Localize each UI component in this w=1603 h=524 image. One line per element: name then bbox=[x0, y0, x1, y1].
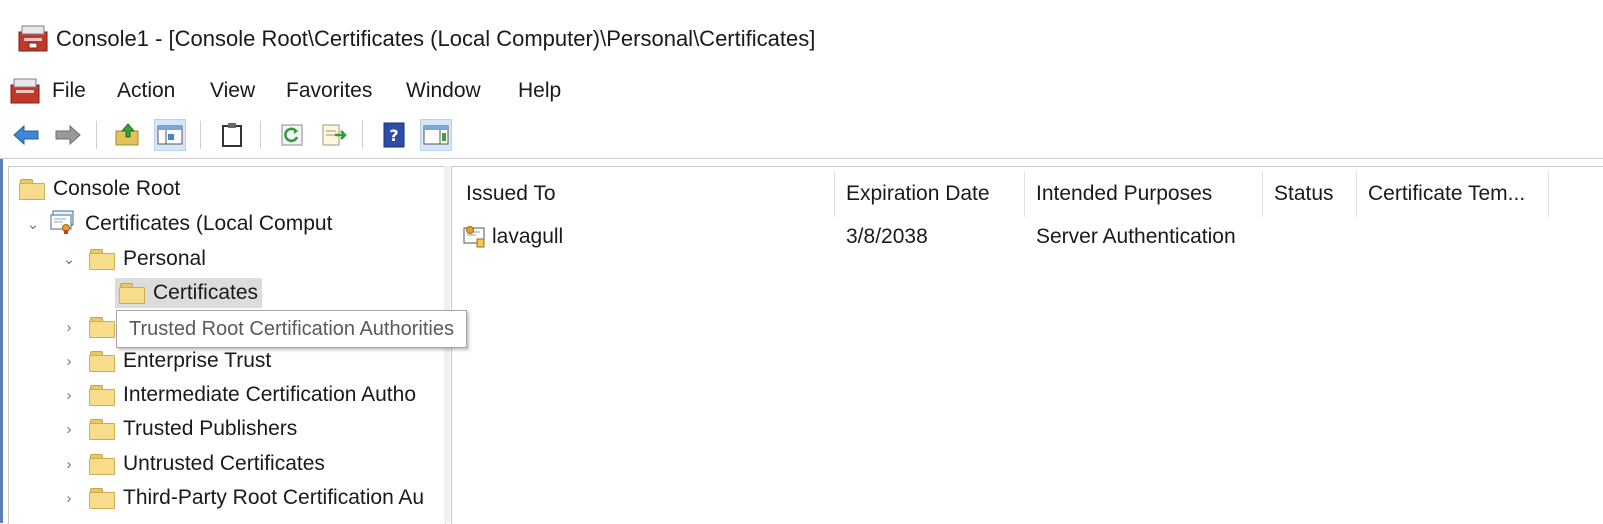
chevron-right-icon[interactable]: › bbox=[59, 387, 79, 404]
up-one-level-button[interactable] bbox=[112, 119, 144, 151]
cell-intended-purposes: Server Authentication bbox=[1036, 225, 1236, 248]
column-header-intended-purposes[interactable]: Intended Purposes bbox=[1036, 167, 1212, 221]
chevron-right-icon[interactable]: › bbox=[59, 319, 79, 336]
menu-view[interactable]: View bbox=[210, 79, 255, 103]
toolbar-separator bbox=[362, 121, 363, 149]
folder-icon bbox=[89, 454, 115, 475]
properties-button[interactable] bbox=[216, 119, 248, 151]
tree-item-personal[interactable]: ⌄ Personal bbox=[59, 243, 206, 275]
menu-bar: File Action View Favorites Window Help bbox=[0, 70, 1603, 113]
folder-icon bbox=[19, 179, 45, 200]
chevron-down-icon[interactable]: ⌄ bbox=[23, 215, 43, 233]
tree-item-label: Intermediate Certification Autho bbox=[123, 383, 416, 406]
chevron-right-icon[interactable]: › bbox=[59, 490, 79, 507]
tree-item-third-party-root[interactable]: › Third-Party Root Certification Au bbox=[59, 482, 424, 514]
toolbar-separator bbox=[260, 121, 261, 149]
tree-item-label: Personal bbox=[123, 247, 206, 270]
export-list-button[interactable] bbox=[318, 119, 350, 151]
export-list-icon bbox=[322, 124, 347, 146]
column-divider[interactable] bbox=[1262, 171, 1263, 217]
column-divider[interactable] bbox=[834, 171, 835, 217]
column-header-expiration-date[interactable]: Expiration Date bbox=[846, 167, 990, 221]
forward-arrow-icon bbox=[55, 124, 81, 146]
tree-item-label: Certificates (Local Comput bbox=[85, 212, 333, 235]
cell-expiration-date: 3/8/2038 bbox=[846, 225, 928, 248]
action-pane-icon bbox=[423, 125, 449, 145]
tree-item-label: Certificates bbox=[153, 281, 259, 304]
toolbar-separator bbox=[96, 121, 97, 149]
show-hide-action-pane-button[interactable] bbox=[420, 119, 452, 151]
tree-item-certificates[interactable]: Certificates bbox=[115, 277, 263, 309]
back-button[interactable] bbox=[10, 119, 42, 151]
refresh-icon bbox=[281, 124, 303, 146]
help-icon: ? bbox=[383, 122, 405, 148]
cell-text: lavagull bbox=[492, 225, 564, 248]
mmc-app-icon bbox=[18, 24, 48, 57]
chevron-down-icon[interactable]: ⌄ bbox=[59, 250, 79, 268]
forward-button[interactable] bbox=[52, 119, 84, 151]
toolbar-separator bbox=[200, 121, 201, 149]
column-divider[interactable] bbox=[1024, 171, 1025, 217]
tree-item-untrusted-certificates[interactable]: › Untrusted Certificates bbox=[59, 448, 325, 480]
folder-icon bbox=[89, 317, 115, 338]
tooltip: Trusted Root Certification Authorities bbox=[116, 310, 467, 348]
help-button[interactable]: ? bbox=[378, 119, 410, 151]
window-title: Console1 - [Console Root\Certificates (L… bbox=[56, 26, 816, 51]
title-bar: Console1 - [Console Root\Certificates (L… bbox=[0, 0, 1603, 70]
tree-item-certificates-local-computer[interactable]: ⌄ Certificates (Local Comput bbox=[23, 208, 332, 240]
tree-item-trusted-publishers[interactable]: › Trusted Publishers bbox=[59, 413, 297, 445]
refresh-button[interactable] bbox=[276, 119, 308, 151]
folder-icon bbox=[89, 351, 115, 372]
folder-icon bbox=[89, 385, 115, 406]
column-header-status[interactable]: Status bbox=[1274, 167, 1334, 221]
chevron-right-icon[interactable]: › bbox=[59, 456, 79, 473]
menu-action[interactable]: Action bbox=[117, 79, 175, 103]
menu-favorites[interactable]: Favorites bbox=[286, 79, 372, 103]
chevron-right-icon[interactable]: › bbox=[59, 421, 79, 438]
column-divider[interactable] bbox=[1548, 171, 1549, 217]
tree-item-label: Untrusted Certificates bbox=[123, 452, 325, 475]
show-hide-console-tree-button[interactable] bbox=[154, 119, 186, 151]
tree-item-label: Console Root bbox=[53, 177, 181, 200]
tree-item-intermediate-ca[interactable]: › Intermediate Certification Autho bbox=[59, 379, 416, 411]
menu-window[interactable]: Window bbox=[406, 79, 481, 103]
cell-issued-to[interactable]: lavagull bbox=[462, 222, 563, 252]
tree-item-console-root[interactable]: Console Root bbox=[19, 173, 180, 205]
column-header-certificate-template[interactable]: Certificate Tem... bbox=[1368, 167, 1525, 221]
menu-help[interactable]: Help bbox=[518, 79, 561, 103]
show-hide-tree-icon bbox=[157, 125, 183, 145]
folder-icon bbox=[89, 488, 115, 509]
folder-icon bbox=[89, 419, 115, 440]
toolbar: ? bbox=[0, 112, 1603, 159]
certificate-icon bbox=[462, 225, 488, 249]
certificate-list: Issued To Expiration Date Intended Purpo… bbox=[451, 166, 1603, 524]
column-divider[interactable] bbox=[1356, 171, 1357, 217]
tree-item-label: Trusted Publishers bbox=[123, 417, 298, 440]
up-folder-icon bbox=[115, 123, 139, 146]
tree-item-enterprise-trust[interactable]: › Enterprise Trust bbox=[59, 345, 271, 377]
back-arrow-icon bbox=[13, 124, 39, 146]
certificate-snapin-icon bbox=[49, 210, 77, 239]
menu-file[interactable]: File bbox=[52, 79, 86, 103]
folder-icon bbox=[89, 249, 115, 270]
tree-item-trusted-root[interactable]: › bbox=[59, 311, 123, 343]
folder-icon bbox=[119, 283, 145, 304]
tree-item-label: Third-Party Root Certification Au bbox=[123, 486, 425, 509]
selection-highlight: Certificates bbox=[115, 278, 263, 308]
svg-text:?: ? bbox=[389, 126, 398, 145]
console-document-icon[interactable] bbox=[10, 78, 40, 109]
chevron-right-icon[interactable]: › bbox=[59, 353, 79, 370]
column-header-issued-to[interactable]: Issued To bbox=[466, 167, 556, 221]
clipboard-icon bbox=[222, 123, 242, 147]
tree-item-label: Enterprise Trust bbox=[123, 349, 272, 372]
